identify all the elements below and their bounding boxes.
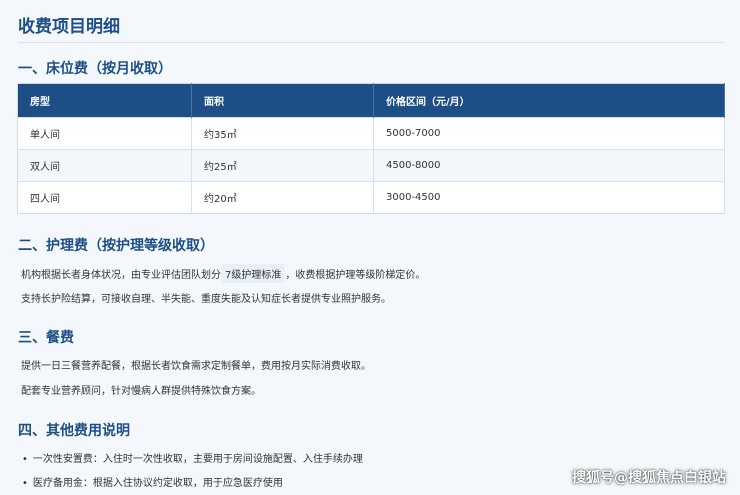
watermark: 搜狐号@搜狐焦点白银站 [572,470,726,486]
section-heading-bed-fee: 一、床位费（按月收取） [18,61,172,77]
section-heading-meal-fee: 三、餐费 [18,330,74,346]
bullet-icon: • [22,478,28,489]
cell-price-range: 5000-7000 [373,117,725,150]
table-header-row: 房型 面积 价格区间（元/月） [17,83,725,118]
table-row: 双人间 约25㎡ 4500-8000 [17,149,725,182]
nursing-fee-paragraph-1: 机构根据长者身体状况，由专业评估团队划分 7级护理标准 ，收费根据护理等级阶梯定价。 [21,264,425,283]
column-header-price-range: 价格区间（元/月） [373,83,725,118]
list-item: • 医疗备用金：根据入住协议约定收取，用于应急医疗使用 [22,474,283,489]
bed-fee-table: 房型 面积 价格区间（元/月） 单人间 约35㎡ 5000-7000 双人间 约… [17,83,725,214]
section-heading-other-fees: 四、其他费用说明 [18,423,130,439]
nursing-text-pre: 机构根据长者身体状况，由专业评估团队划分 [21,270,221,281]
cell-price-range: 3000-4500 [373,181,725,214]
cell-room-type: 双人间 [17,149,192,182]
table-row: 单人间 约35㎡ 5000-7000 [17,117,725,150]
nursing-fee-paragraph-2: 支持长护险结算，可接收自理、半失能、重度失能及认知症长者提供专业照护服务。 [21,294,391,305]
column-header-area: 面积 [191,83,374,118]
nursing-text-post: ，收费根据护理等级阶梯定价。 [285,270,426,281]
meal-fee-paragraph-1: 提供一日三餐营养配餐，根据长者饮食需求定制餐单，费用按月实际消费收取。 [21,361,371,372]
cell-room-type: 四人间 [17,181,192,214]
table-row: 四人间 约20㎡ 3000-4500 [17,181,725,214]
cell-room-type: 单人间 [17,117,192,150]
list-item-text: 医疗备用金：根据入住协议约定收取，用于应急医疗使用 [32,478,283,489]
list-item: • 一次性安置费：入住时一次性收取，主要用于房间设施配置、入住手续办理 [22,450,363,465]
title-divider [18,42,725,43]
cell-area: 约20㎡ [191,181,374,214]
cell-area: 约35㎡ [191,117,374,150]
nursing-level-tag: 7级护理标准 [221,264,286,283]
list-item-text: 一次性安置费：入住时一次性收取，主要用于房间设施配置、入住手续办理 [32,454,363,465]
section-heading-nursing-fee: 二、护理费（按护理等级收取） [18,238,214,254]
page-title: 收费项目明细 [18,17,120,37]
meal-fee-paragraph-2: 配套专业营养顾问，针对慢病人群提供特殊饮食方案。 [21,386,261,397]
cell-price-range: 4500-8000 [373,149,725,182]
cell-area: 约25㎡ [191,149,374,182]
column-header-room-type: 房型 [17,83,192,118]
bullet-icon: • [22,454,28,465]
